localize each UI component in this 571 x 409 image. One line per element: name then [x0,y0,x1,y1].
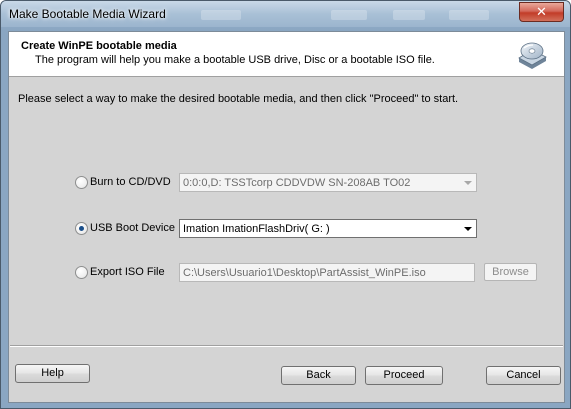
usb-device-select[interactable]: Imation ImationFlashDriv( G: ) [179,219,477,238]
header-title: Create WinPE bootable media [21,40,177,52]
proceed-button[interactable]: Proceed [365,366,443,385]
title-bar[interactable]: Make Bootable Media Wizard ✕ [1,1,570,27]
burn-label[interactable]: Burn to CD/DVD [90,176,171,188]
iso-path-field[interactable]: C:\Users\Usuario1\Desktop\PartAssist_Win… [179,263,475,282]
disc-icon [518,42,547,69]
wizard-content: Create WinPE bootable media The program … [8,31,565,403]
help-button[interactable]: Help [15,364,90,383]
close-button[interactable]: ✕ [519,2,564,22]
window-title: Make Bootable Media Wizard [9,7,166,21]
usb-label[interactable]: USB Boot Device [90,222,175,234]
iso-label[interactable]: Export ISO File [90,266,165,278]
browse-button[interactable]: Browse [484,263,537,281]
wizard-header: Create WinPE bootable media The program … [9,32,564,77]
usb-device-value: Imation ImationFlashDriv( G: ) [183,223,330,235]
iso-radio[interactable] [75,266,88,279]
chevron-down-icon [464,181,472,185]
titlebar-glass-blur [331,10,367,20]
titlebar-glass-blur [449,10,489,20]
wizard-window: Make Bootable Media Wizard ✕ Create WinP… [0,0,571,409]
header-subtitle: The program will help you make a bootabl… [35,54,435,66]
instruction-text: Please select a way to make the desired … [18,93,459,105]
titlebar-glass-blur [393,10,425,20]
chevron-down-icon [464,227,472,231]
burn-radio[interactable] [75,176,88,189]
close-icon: ✕ [536,4,547,20]
titlebar-glass-blur [201,10,241,20]
cd-drive-select[interactable]: 0:0:0,D: TSSTcorp CDDVDW SN-208AB TO02 [179,173,477,192]
footer-separator [10,345,563,347]
cd-drive-value: 0:0:0,D: TSSTcorp CDDVDW SN-208AB TO02 [183,177,411,189]
usb-radio[interactable] [75,222,88,235]
iso-path-value: C:\Users\Usuario1\Desktop\PartAssist_Win… [183,267,426,279]
cancel-button[interactable]: Cancel [486,366,561,385]
back-button[interactable]: Back [281,366,356,385]
